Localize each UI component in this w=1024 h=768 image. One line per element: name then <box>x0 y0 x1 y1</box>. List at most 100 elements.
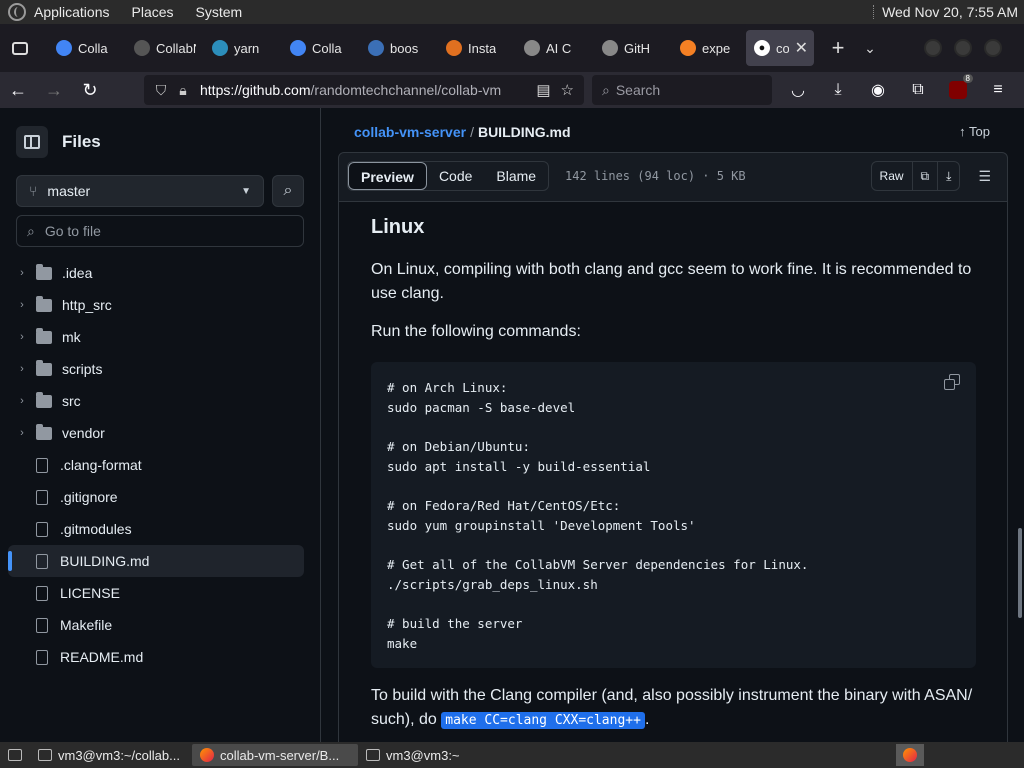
downloads-icon[interactable]: ⤓ <box>820 74 856 106</box>
page-icon <box>134 40 150 56</box>
tree-item-label: .gitmodules <box>60 521 132 537</box>
top-button[interactable]: ↑ Top <box>959 124 990 139</box>
tree-item-label: vendor <box>62 425 105 441</box>
tree-item-label: scripts <box>62 361 103 377</box>
lock-icon[interactable]: 🔒︎ <box>172 82 194 99</box>
download-icon[interactable]: ⤓ <box>938 162 959 190</box>
tree-folder[interactable]: › src <box>8 385 304 417</box>
copy-code-button[interactable] <box>944 374 962 392</box>
task-terminal-2[interactable]: vm3@vm3:~ <box>358 744 468 766</box>
tree-file[interactable]: .gitmodules <box>8 513 304 545</box>
tree-file[interactable]: README.md <box>8 641 304 673</box>
tab-active-github[interactable]: ● co ✕ <box>746 30 814 66</box>
tab-overview-button[interactable] <box>0 24 40 72</box>
url-text[interactable]: https://github.com/randomtechchannel/col… <box>200 82 510 98</box>
extensions-icon[interactable]: ⧉ <box>900 74 936 106</box>
tab-blame[interactable]: Blame <box>484 162 548 190</box>
tree-file[interactable]: .clang-format <box>8 449 304 481</box>
go-to-file-input[interactable]: ⌕ Go to file <box>16 215 304 247</box>
chevron-right-icon[interactable]: › <box>8 331 36 343</box>
bookmark-star-icon[interactable]: ☆ <box>561 81 574 99</box>
tab-code[interactable]: Code <box>427 162 484 190</box>
minimize-button[interactable] <box>924 39 942 57</box>
places-menu[interactable]: Places <box>132 4 174 20</box>
account-icon[interactable]: ◉ <box>860 74 896 106</box>
chevron-right-icon[interactable]: › <box>8 427 36 439</box>
reload-button[interactable]: ↻ <box>72 74 108 106</box>
show-desktop-button[interactable] <box>0 744 30 766</box>
tree-folder[interactable]: › scripts <box>8 353 304 385</box>
collapse-sidebar-button[interactable] <box>16 126 48 158</box>
tab-7[interactable]: GitH <box>586 24 664 72</box>
tab-1[interactable]: CollabN <box>118 24 196 72</box>
workspace-switcher[interactable] <box>896 744 924 766</box>
chevron-right-icon[interactable]: › <box>8 299 36 311</box>
tree-item-label: http_src <box>62 297 112 313</box>
search-files-button[interactable]: ⌕ <box>272 175 304 207</box>
task-terminal-1[interactable]: vm3@vm3:~/collab... <box>30 744 192 766</box>
branch-selector[interactable]: ⑂ master ▼ <box>16 175 264 207</box>
ublock-button[interactable]: 8 <box>940 74 976 106</box>
forward-button[interactable]: → <box>36 74 72 106</box>
repo-link[interactable]: collab-vm-server <box>354 124 466 140</box>
clock[interactable]: Wed Nov 20, 7:55 AM <box>882 4 1018 20</box>
inline-code[interactable]: make CC=clang CXX=clang++ <box>441 712 645 729</box>
close-tab-icon[interactable]: ✕ <box>795 38 808 58</box>
pocket-icon[interactable]: ◡ <box>780 74 816 106</box>
maximize-button[interactable] <box>954 39 972 57</box>
tab-2[interactable]: yarn <box>196 24 274 72</box>
code-text[interactable]: # on Arch Linux: sudo pacman -S base-dev… <box>387 378 808 654</box>
branch-name: master <box>47 183 91 199</box>
tab-label: co <box>776 40 789 56</box>
new-tab-button[interactable]: + <box>822 35 854 61</box>
window-controls <box>924 39 1002 57</box>
copy-raw-icon[interactable]: ⧉ <box>913 162 939 190</box>
tree-file[interactable]: BUILDING.md <box>8 545 304 577</box>
go-to-file-placeholder: Go to file <box>44 223 101 239</box>
search-bar[interactable]: ⌕ Search <box>592 75 772 105</box>
tree-file[interactable]: .gitignore <box>8 481 304 513</box>
close-window-button[interactable] <box>984 39 1002 57</box>
tab-0[interactable]: Colla <box>40 24 118 72</box>
tree-item-label: Makefile <box>60 617 113 633</box>
search-placeholder: Search <box>615 82 661 98</box>
tab-4[interactable]: boos <box>352 24 430 72</box>
bottom-taskbar: vm3@vm3:~/collab... collab-vm-server/B..… <box>0 742 1024 768</box>
tree-folder[interactable]: › vendor <box>8 417 304 449</box>
outline-list-icon[interactable]: ☰ <box>972 168 997 185</box>
git-branch-icon: ⑂ <box>29 183 38 199</box>
tree-folder[interactable]: › http_src <box>8 289 304 321</box>
raw-button[interactable]: Raw <box>872 162 913 190</box>
page-scrollbar[interactable] <box>1018 528 1022 618</box>
file-icon <box>36 649 48 665</box>
tab-5[interactable]: Insta <box>430 24 508 72</box>
back-button[interactable]: ← <box>0 74 36 106</box>
tree-item-label: .idea <box>62 265 93 281</box>
tab-3[interactable]: Colla <box>274 24 352 72</box>
tree-file[interactable]: Makefile <box>8 609 304 641</box>
reader-view-icon[interactable]: ▤ <box>536 81 550 99</box>
chevron-right-icon[interactable]: › <box>8 395 36 407</box>
folder-icon <box>36 359 52 376</box>
terminal-icon <box>366 749 380 761</box>
system-menu[interactable]: System <box>196 4 243 20</box>
applications-menu[interactable]: Applications <box>34 4 110 20</box>
tab-6[interactable]: AI C <box>508 24 586 72</box>
distro-logo-icon[interactable] <box>8 3 26 21</box>
menu-hamburger-icon[interactable]: ≡ <box>980 74 1016 106</box>
shield-icon[interactable]: ⛉ <box>150 82 172 99</box>
tree-folder[interactable]: › mk <box>8 321 304 353</box>
clang-text-end: . <box>644 711 650 728</box>
task-firefox[interactable]: collab-vm-server/B... <box>192 744 358 766</box>
terminal-icon <box>38 749 52 761</box>
chevron-right-icon[interactable]: › <box>8 363 36 375</box>
tree-file[interactable]: LICENSE <box>8 577 304 609</box>
tab-preview[interactable]: Preview <box>348 162 427 190</box>
chevron-right-icon[interactable]: › <box>8 267 36 279</box>
tab-8[interactable]: expe <box>664 24 742 72</box>
address-bar[interactable]: ⛉ 🔒︎ https://github.com/randomtechchanne… <box>144 75 584 105</box>
tree-folder[interactable]: › .idea <box>8 257 304 289</box>
search-icon: ⌕ <box>27 222 35 239</box>
list-all-tabs-button[interactable]: ⌄ <box>854 40 886 57</box>
ublock-icon: 8 <box>949 74 973 99</box>
